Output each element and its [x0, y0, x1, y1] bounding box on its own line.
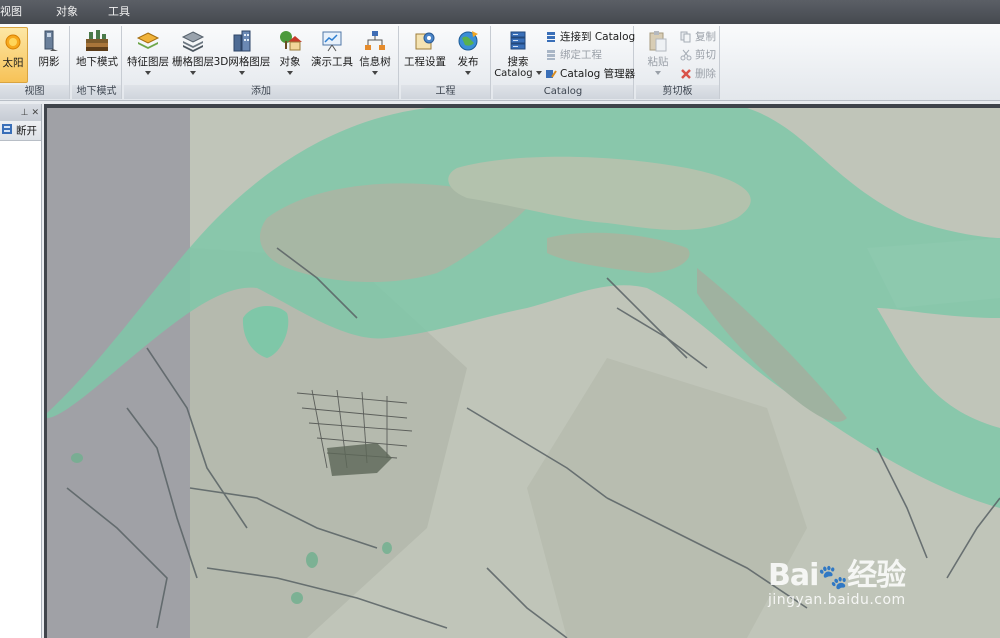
chevron-down-icon [535, 71, 542, 75]
menu-view[interactable]: 视图 [0, 0, 32, 24]
chevron-down-icon [372, 71, 378, 75]
shadow-button[interactable]: 阴影 [34, 27, 64, 83]
delete-x-icon [680, 68, 692, 80]
cut-button[interactable]: 剪切 [680, 46, 716, 63]
disconnect-label: 断开 [16, 125, 37, 137]
group-add: 特征图层 栅格图层 3D网格图层 对象 演示工具 信息树 添加 [124, 26, 399, 99]
group-project: 工程设置 发布 工程 [401, 26, 491, 99]
disconnect-tab[interactable]: 断开 [0, 121, 41, 141]
presentation-icon [319, 29, 345, 53]
project-settings-button[interactable]: 工程设置 [403, 27, 447, 83]
feature-layer-icon [135, 29, 161, 53]
database-bind-icon [545, 49, 557, 61]
group-label-view: 视图 [0, 85, 69, 99]
underground-mode-button[interactable]: 地下模式 [74, 27, 120, 83]
search-catalog-button[interactable]: 搜索 Catalog [494, 27, 542, 83]
raster-layer-icon [180, 29, 206, 53]
menu-bar: 视图 对象 工具 [0, 0, 1000, 24]
group-label-catalog: Catalog [493, 85, 633, 99]
chevron-down-icon [287, 71, 293, 75]
side-panel: ⊥ ✕ 断开 [0, 104, 42, 638]
chevron-down-icon [145, 71, 151, 75]
tree-hierarchy-icon [362, 29, 388, 53]
copy-button[interactable]: 复制 [680, 28, 716, 45]
chevron-down-icon [465, 71, 471, 75]
database-search-icon [505, 29, 531, 53]
paste-button[interactable]: 粘贴 [640, 27, 676, 83]
sun-button[interactable]: 太阳 [0, 27, 28, 83]
catalog-manager-button[interactable]: Catalog 管理器 [545, 65, 635, 82]
group-label-underground: 地下模式 [72, 85, 121, 99]
close-icon[interactable]: ✕ [31, 108, 39, 118]
chevron-down-icon [239, 71, 245, 75]
3d-mesh-layer-button[interactable]: 3D网格图层 [214, 27, 270, 83]
raster-layer-button[interactable]: 栅格图层 [171, 27, 215, 83]
menu-object[interactable]: 对象 [46, 0, 88, 24]
watermark-url: jingyan.baidu.com [768, 592, 906, 608]
house-tree-icon [277, 29, 303, 53]
watermark-suffix: 经验 [847, 558, 906, 593]
delete-button[interactable]: 删除 [680, 65, 716, 82]
bind-project-button[interactable]: 绑定工程 [545, 46, 602, 63]
copy-icon [680, 31, 692, 43]
scissors-icon [680, 49, 692, 61]
group-label-clipboard: 剪切板 [636, 85, 719, 99]
side-panel-header: ⊥ ✕ [0, 104, 41, 121]
database-connect-icon [545, 31, 557, 43]
group-view: 太阳 阴影 视图 [0, 26, 70, 99]
group-label-add: 添加 [124, 85, 398, 99]
ribbon: 太阳 阴影 视图 地下模式 地下模式 特征图层 栅格图层 3D网格图层 对象 演… [0, 24, 1000, 101]
presentation-tools-button[interactable]: 演示工具 [310, 27, 354, 83]
underground-icon [84, 29, 110, 53]
group-underground: 地下模式 地下模式 [72, 26, 122, 99]
3d-mesh-icon [229, 29, 255, 53]
group-catalog: 搜索 Catalog 连接到 Catalog 绑定工程 Catalog 管理器 … [493, 26, 635, 99]
paste-icon [645, 29, 671, 53]
object-button[interactable]: 对象 [272, 27, 308, 83]
pin-icon[interactable]: ⊥ [21, 108, 29, 118]
watermark-brand: Bai [768, 558, 819, 593]
feature-layer-button[interactable]: 特征图层 [126, 27, 170, 83]
sun-icon [0, 30, 26, 54]
chevron-down-icon [190, 71, 196, 75]
catalog-manager-icon [545, 68, 557, 80]
shadow-icon [36, 29, 62, 53]
group-clipboard: 粘贴 复制 剪切 删除 剪切板 [636, 26, 720, 99]
chevron-down-icon [655, 71, 661, 75]
menu-tools[interactable]: 工具 [98, 0, 140, 24]
publish-button[interactable]: 发布 [451, 27, 485, 83]
paw-icon: 🐾 [818, 563, 848, 591]
group-label-project: 工程 [401, 85, 490, 99]
disconnect-icon [1, 123, 13, 138]
connect-catalog-button[interactable]: 连接到 Catalog [545, 28, 635, 45]
baidu-watermark: Bai🐾经验 jingyan.baidu.com [768, 550, 906, 608]
project-settings-icon [412, 29, 438, 53]
info-tree-button[interactable]: 信息树 [356, 27, 394, 83]
globe-publish-icon [455, 29, 481, 53]
